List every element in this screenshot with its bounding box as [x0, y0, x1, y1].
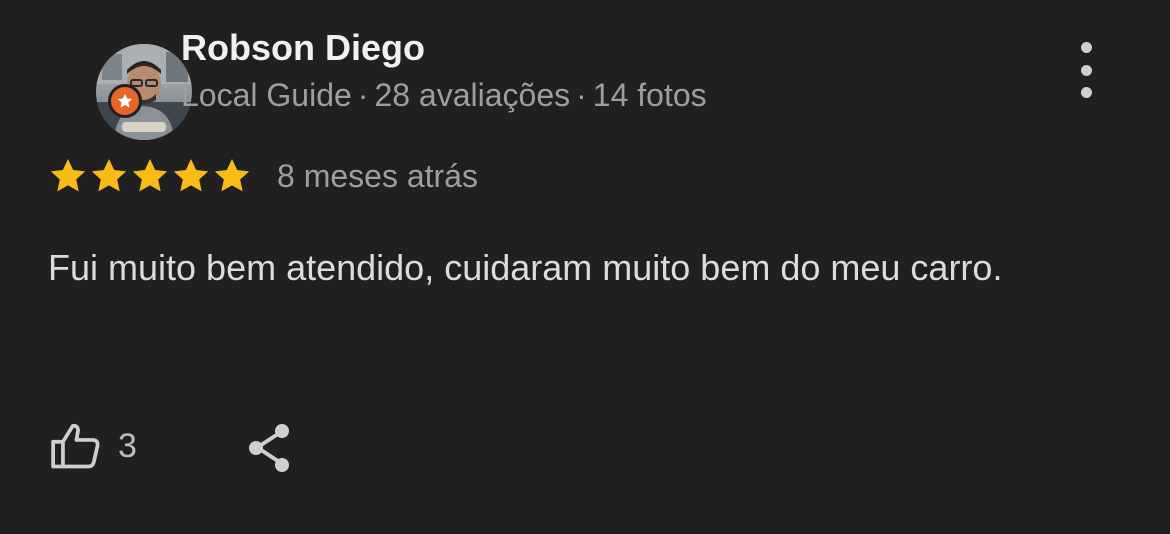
star-icon	[91, 159, 127, 192]
share-button[interactable]	[244, 420, 296, 476]
local-guide-badge	[108, 84, 142, 118]
reviewer-name[interactable]: Robson Diego	[181, 27, 425, 69]
reviewer-review-count: 28 avaliações	[374, 77, 571, 113]
like-count: 3	[118, 427, 137, 465]
meta-separator: ·	[576, 77, 587, 113]
star-rating	[48, 156, 252, 196]
star-icon	[50, 159, 86, 192]
reviewer-photo-count: 14 fotos	[592, 77, 707, 113]
reviewer-meta: Local Guide · 28 avaliações · 14 fotos	[181, 76, 707, 114]
star-icon	[132, 159, 168, 192]
avatar-container[interactable]	[48, 22, 192, 140]
star-badge-icon	[117, 93, 133, 108]
meta-separator: ·	[357, 77, 369, 113]
share-icon	[249, 424, 289, 472]
more-options-button[interactable]	[1068, 42, 1104, 98]
reviewer-level: Local Guide	[181, 77, 352, 113]
star-icon	[173, 159, 209, 192]
review-time: 8 meses atrás	[277, 158, 478, 194]
review-card: Robson Diego Local Guide · 28 avaliações · 1…	[0, 0, 1170, 534]
more-vertical-icon	[1080, 87, 1092, 98]
review-text: Fui muito bem atendido, cuidaram muito b…	[48, 247, 1003, 288]
like-button[interactable]: 3	[48, 418, 137, 474]
more-vertical-icon	[1080, 64, 1092, 76]
thumbs-up-icon	[51, 423, 100, 469]
more-vertical-icon	[1080, 42, 1092, 53]
star-icon	[214, 159, 250, 192]
